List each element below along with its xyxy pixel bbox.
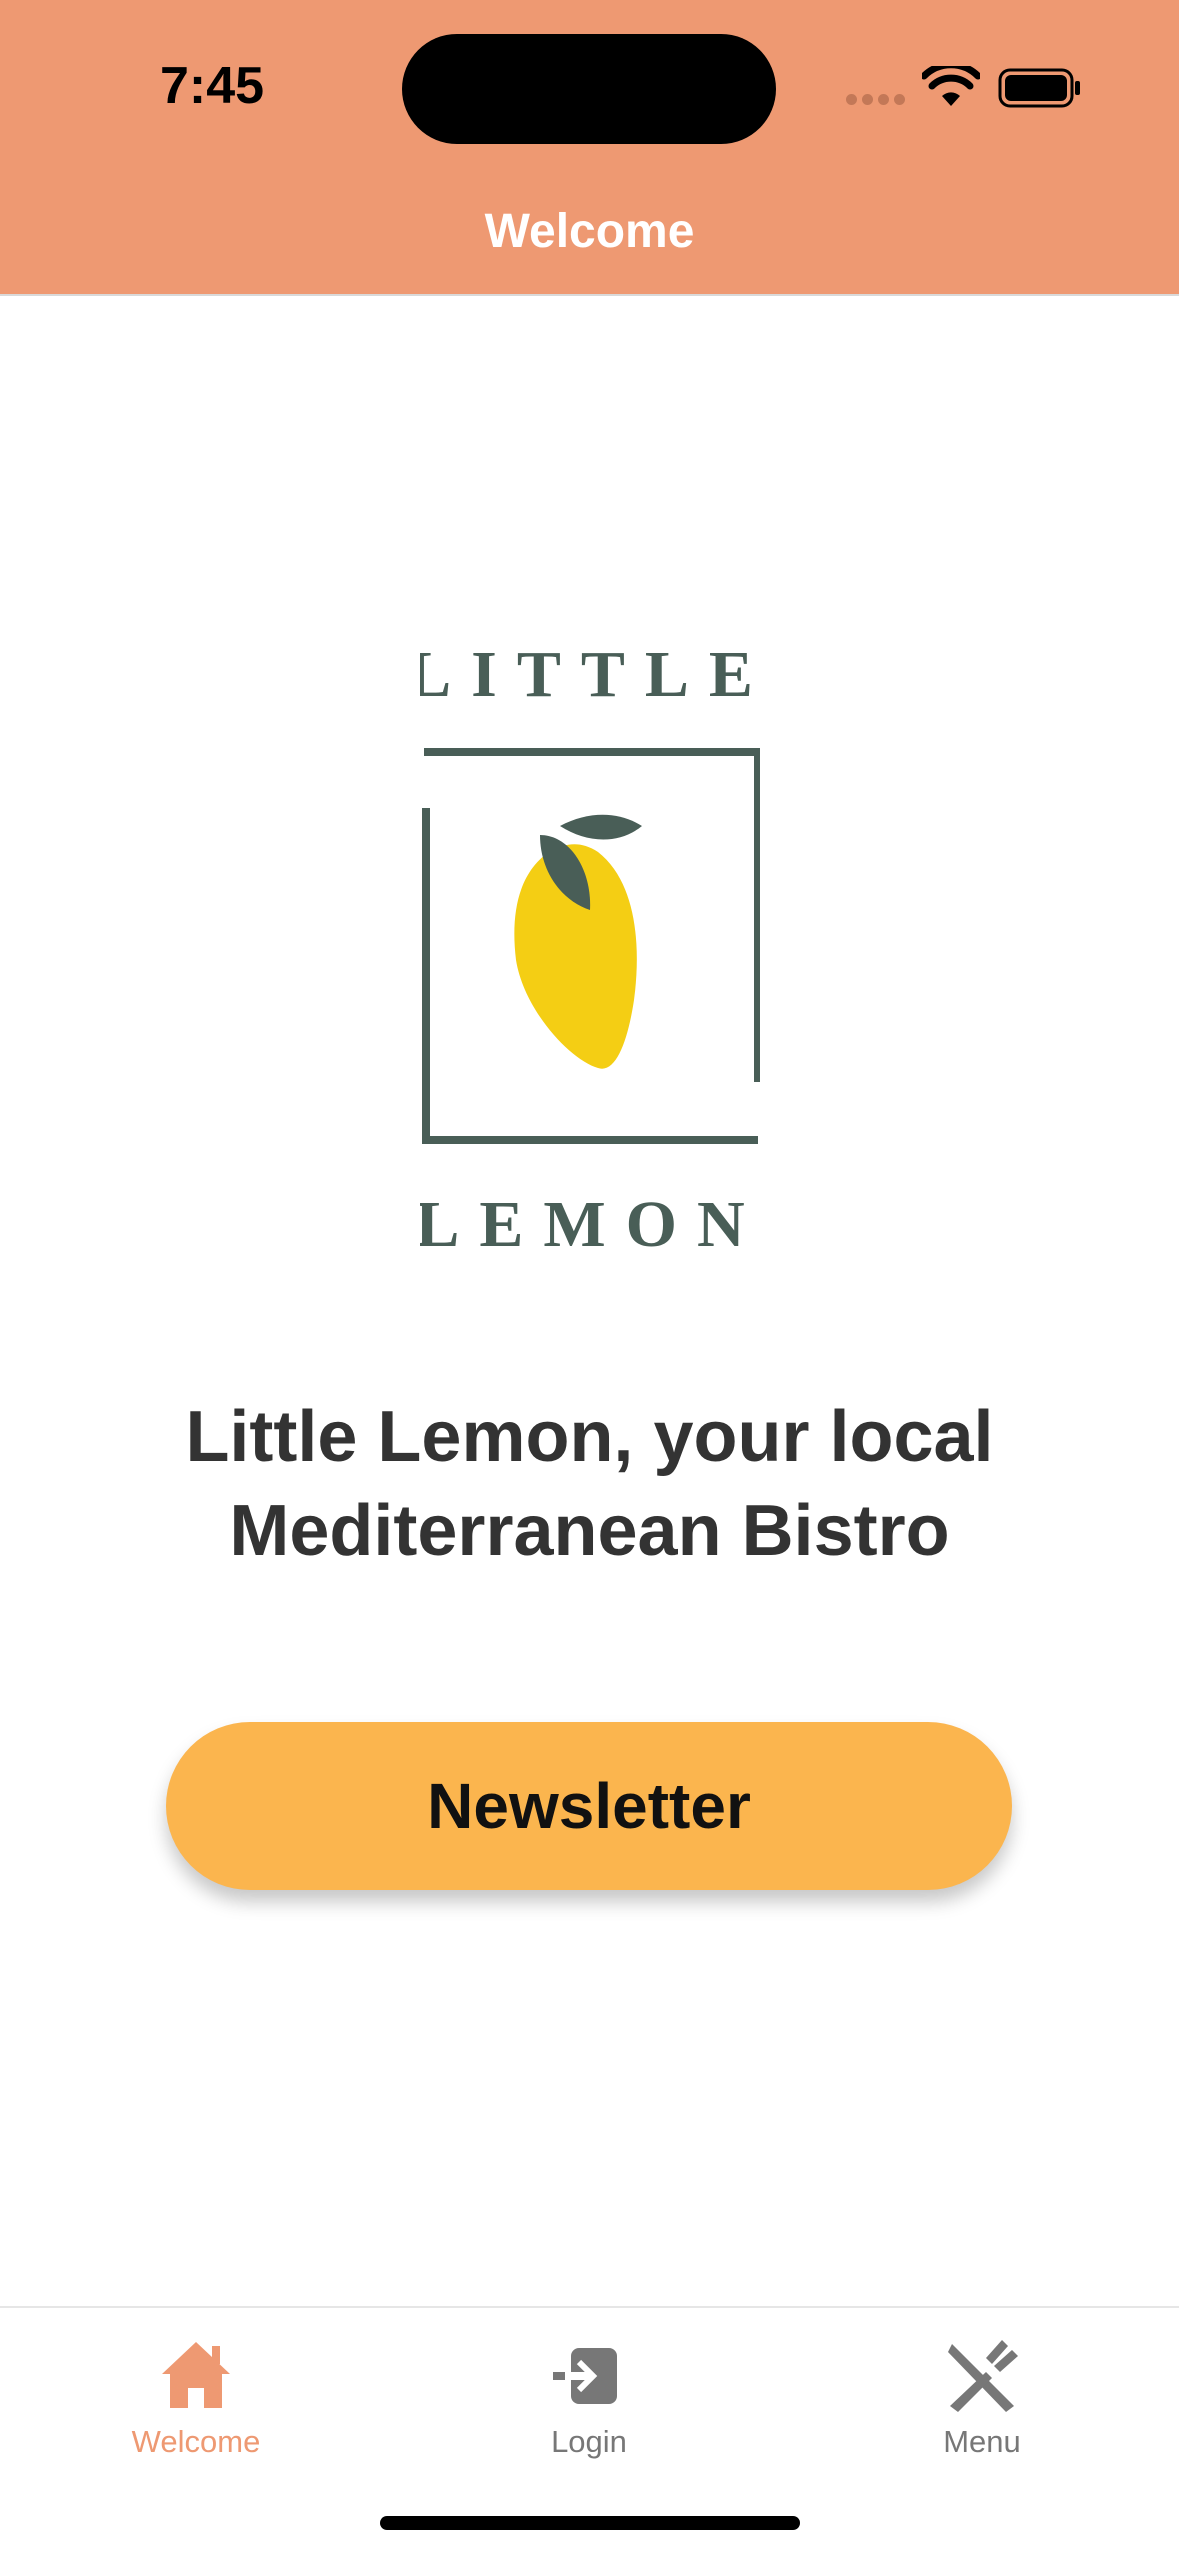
logo-text-top: LITTLE — [420, 640, 760, 711]
house-icon — [162, 2342, 230, 2408]
battery-icon — [998, 68, 1080, 108]
tab-welcome[interactable]: Welcome — [96, 2328, 296, 2478]
wifi-icon — [922, 66, 980, 106]
cellular-signal-icon — [846, 94, 906, 108]
tagline-line-2: Mediterranean Bistro — [229, 1491, 950, 1571]
tab-login[interactable]: Login — [489, 2328, 689, 2478]
header-bar: 7:45 Welcome — [0, 0, 1179, 296]
logo-text-bottom: LEMON — [420, 1188, 760, 1260]
tagline-line-1: Little Lemon, your local — [185, 1397, 994, 1477]
little-lemon-logo: LITTLE LEMON — [420, 640, 760, 1260]
dynamic-island — [402, 34, 776, 144]
status-time: 7:45 — [160, 57, 265, 115]
newsletter-button[interactable]: Newsletter — [166, 1722, 1012, 1890]
tab-menu[interactable]: Menu — [882, 2328, 1082, 2478]
tagline: Little Lemon, your local Mediterranean B… — [100, 1390, 1079, 1578]
tab-label-menu: Menu — [943, 2424, 1021, 2459]
tab-label-welcome: Welcome — [131, 2424, 261, 2459]
login-icon — [553, 2348, 617, 2404]
fork-knife-icon — [948, 2340, 1018, 2412]
tab-label-login: Login — [551, 2424, 627, 2459]
page-title: Welcome — [484, 205, 695, 258]
home-indicator[interactable] — [380, 2516, 800, 2530]
